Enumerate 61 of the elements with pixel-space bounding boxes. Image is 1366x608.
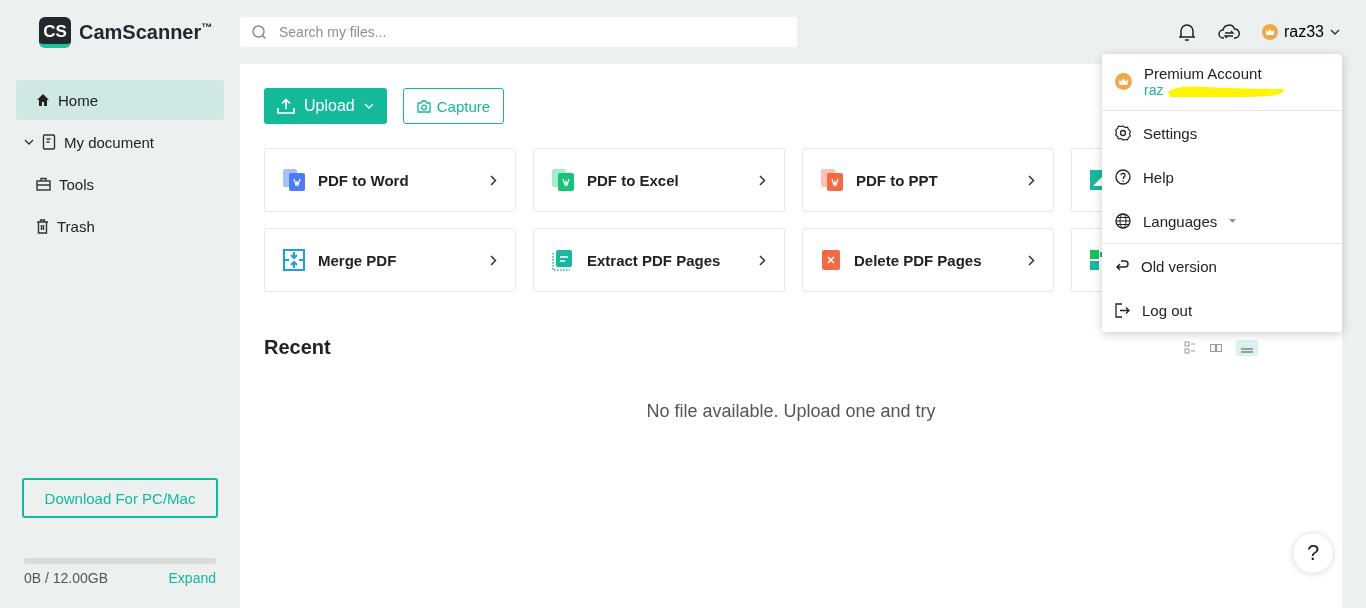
bell-icon[interactable] [1177,22,1196,42]
cloud-sync-icon[interactable] [1217,23,1240,41]
chevron-right-icon [490,174,497,186]
detail-view-icon[interactable] [1236,339,1258,356]
menu-item[interactable]: Log out [1102,288,1342,332]
grid-icon [1090,250,1102,270]
chevron-right-icon [759,254,766,266]
grid-view-icon[interactable] [1210,343,1222,352]
app-name: CamScanner$^{™}$ [79,20,213,44]
sidebar-item[interactable]: Tools [16,164,224,204]
search-input[interactable]: Search my files... [277,23,785,41]
section-title: Recent [264,336,331,359]
file-icon [552,169,574,191]
crown-icon [1261,24,1278,40]
file-icon [821,169,843,191]
chevron-down-icon [363,103,374,109]
file-icon [821,249,841,271]
upload-icon [277,98,295,114]
extract-icon [552,249,574,271]
trash-icon [36,218,49,234]
storage-usage: 0B / 12.00GB [24,570,109,586]
tool-card[interactable]: PDF to PPT [802,148,1054,212]
account-email: raz [1144,82,1164,98]
crown-icon [1115,73,1132,90]
account-type: Premium Account [1144,65,1262,82]
chevron-right-icon [1028,254,1035,266]
logo-badge: CS [39,16,71,48]
expand-icon [24,139,34,145]
tool-card[interactable]: Delete PDF Pages [802,228,1054,292]
help-icon [1115,169,1131,185]
sidebar-item[interactable]: Home [16,80,224,120]
chevron-right-icon [1028,174,1035,186]
caret-icon [1229,219,1237,223]
camera-icon [416,99,431,113]
merge-icon [283,249,305,271]
search-field[interactable]: Search my files... [240,17,797,47]
return-icon [1115,259,1129,273]
tool-card[interactable]: Extract PDF Pages [533,228,785,292]
sidebar-item[interactable]: Trash [16,206,224,246]
file-icon [283,169,305,191]
sidebar-item[interactable]: My document [16,122,224,162]
logout-icon [1115,302,1130,318]
list-view-icon[interactable] [1184,341,1196,354]
settings-icon [1115,125,1131,141]
search-icon [252,24,267,40]
chevron-down-icon [1330,29,1340,35]
document-icon [42,134,56,150]
tool-card[interactable]: Merge PDF [264,228,516,292]
menu-item[interactable]: Old version [1102,244,1342,288]
chevron-right-icon [759,174,766,186]
home-icon [36,93,50,107]
toolbox-icon [36,177,51,191]
menu-item[interactable]: Settings [1102,111,1342,155]
globe-icon [1115,213,1131,229]
empty-message: No file available. Upload one and try [645,401,937,422]
user-menu[interactable]: raz33 [1261,23,1340,41]
tool-card[interactable]: PDF to Word [264,148,516,212]
chevron-right-icon [490,254,497,266]
tool-card[interactable]: PDF to Excel [533,148,785,212]
menu-item[interactable]: Help [1102,155,1342,199]
menu-item[interactable]: Languages [1102,199,1342,244]
